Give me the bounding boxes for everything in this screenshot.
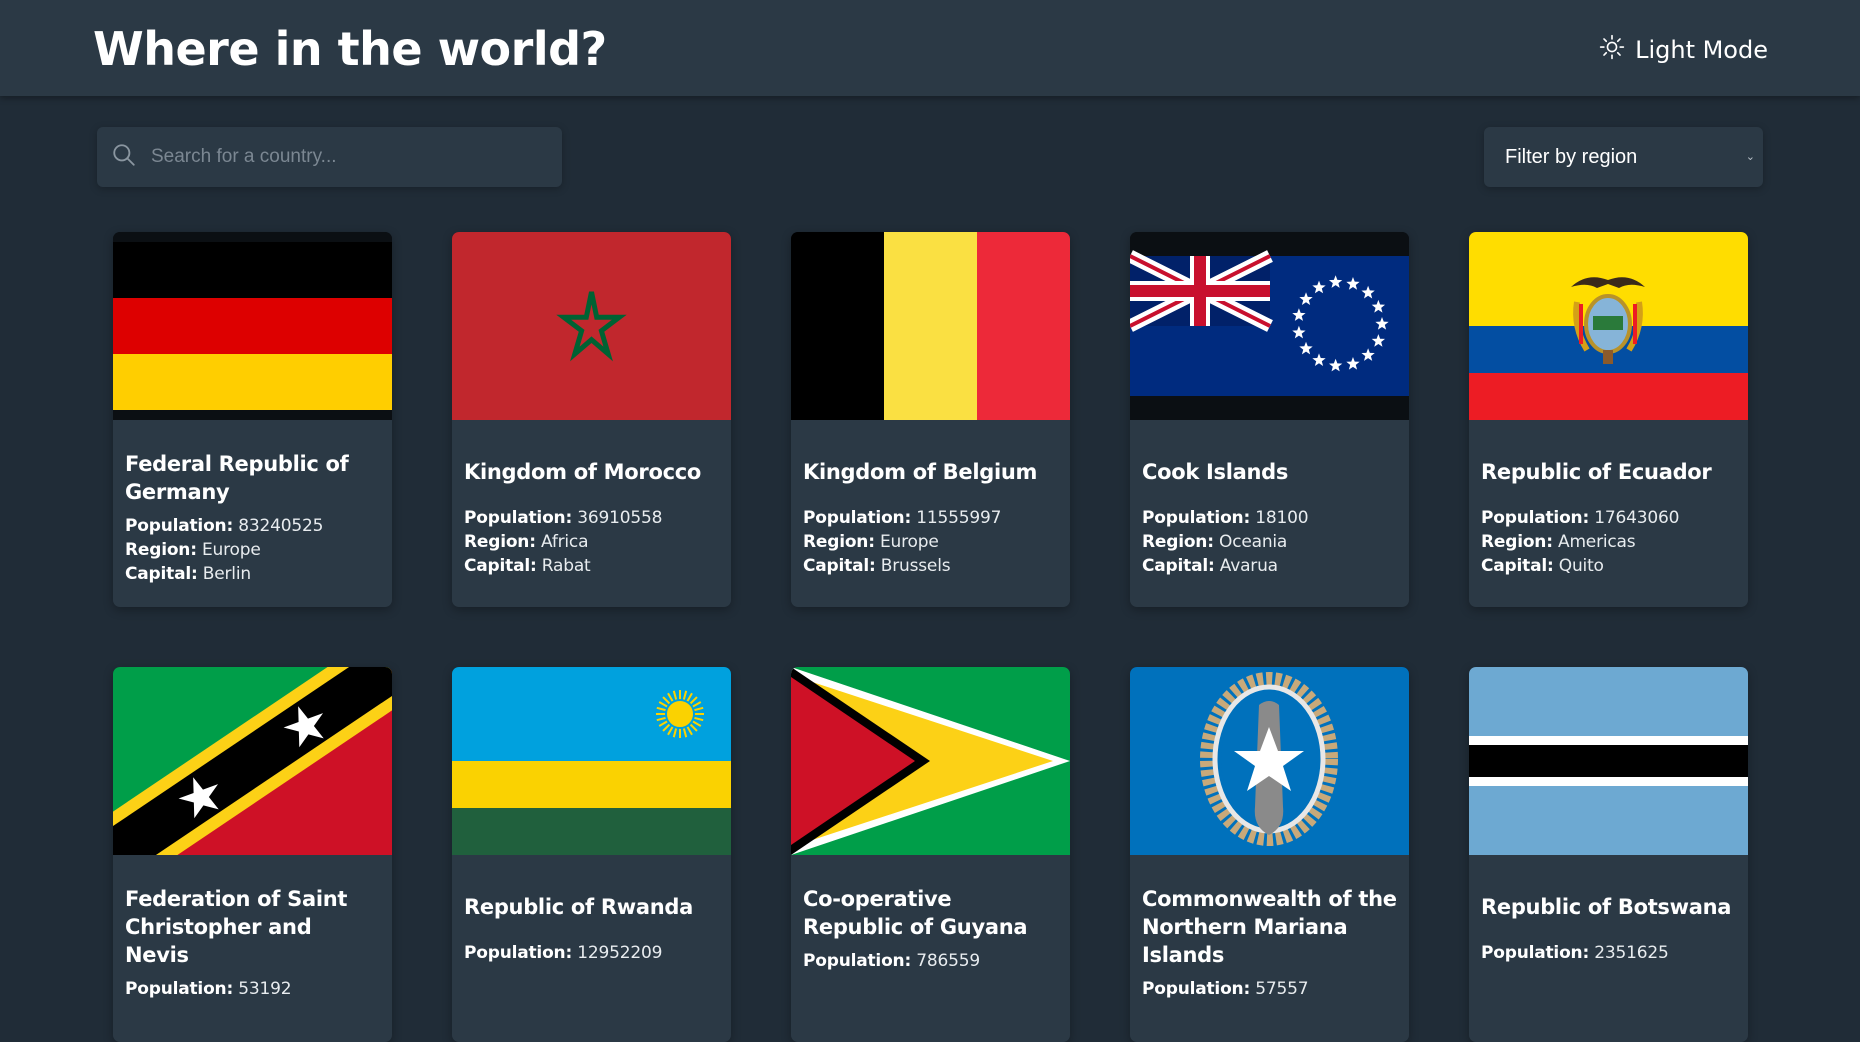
population-stat: Population: 11555997	[803, 508, 1002, 528]
region-stat: Region: Europe	[125, 540, 261, 560]
country-card[interactable]: Kingdom of Belgium Population: 11555997 …	[791, 232, 1070, 607]
country-card[interactable]: Republic of Botswana Population: 2351625	[1469, 667, 1748, 1042]
app-title: Where in the world?	[93, 22, 607, 76]
search-input[interactable]	[151, 137, 551, 177]
population-stat: Population: 786559	[803, 951, 980, 971]
northern-mariana-islands-flag	[1130, 667, 1409, 855]
region-filter-label: Filter by region	[1505, 145, 1638, 168]
capital-stat: Capital: Quito	[1481, 556, 1604, 576]
population-stat: Population: 83240525	[125, 516, 324, 536]
capital-stat: Capital: Rabat	[464, 556, 591, 576]
country-name: Cook Islands	[1142, 460, 1289, 484]
country-name: Republic of Botswana	[1481, 895, 1732, 919]
region-stat: Region: Americas	[1481, 532, 1636, 552]
population-stat: Population: 57557	[1142, 979, 1309, 999]
country-card[interactable]: Republic of Rwanda Population: 12952209	[452, 667, 731, 1042]
country-name: Federal Republic of Germany	[125, 452, 349, 504]
country-card[interactable]: Federal Republic of Germany Population: …	[113, 232, 392, 607]
search-icon	[111, 142, 137, 172]
country-name: Federation of Saint Christopher and Nevi…	[125, 887, 348, 967]
germany-flag	[113, 232, 392, 420]
belgium-flag	[791, 232, 1070, 420]
botswana-flag	[1469, 667, 1748, 855]
guyana-flag	[791, 667, 1070, 855]
country-name: Co-operative Republic of Guyana	[803, 887, 1028, 939]
rwanda-flag	[452, 667, 731, 855]
population-stat: Population: 53192	[125, 979, 292, 999]
cook-islands-flag	[1130, 232, 1409, 420]
morocco-flag	[452, 232, 731, 420]
country-name: Kingdom of Morocco	[464, 460, 702, 484]
population-stat: Population: 2351625	[1481, 943, 1669, 963]
country-card[interactable]: Federation of Saint Christopher and Nevi…	[113, 667, 392, 1042]
country-name: Republic of Rwanda	[464, 895, 693, 919]
region-stat: Region: Africa	[464, 532, 589, 552]
region-stat: Region: Europe	[803, 532, 939, 552]
population-stat: Population: 18100	[1142, 508, 1309, 528]
search-box[interactable]	[97, 127, 562, 187]
theme-toggle-label: Light Mode	[1635, 36, 1768, 64]
capital-stat: Capital: Avarua	[1142, 556, 1278, 576]
population-stat: Population: 17643060	[1481, 508, 1680, 528]
capital-stat: Capital: Brussels	[803, 556, 951, 576]
app-header: Where in the world? Light Mode	[0, 0, 1860, 96]
saint-kitts-and-nevis-flag	[113, 667, 392, 855]
capital-stat: Capital: Berlin	[125, 564, 251, 584]
country-name: Republic of Ecuador	[1481, 460, 1712, 484]
population-stat: Population: 36910558	[464, 508, 663, 528]
country-name: Commonwealth of the Northern Mariana Isl…	[1142, 887, 1397, 967]
population-stat: Population: 12952209	[464, 943, 663, 963]
country-name: Kingdom of Belgium	[803, 460, 1038, 484]
country-card[interactable]: Kingdom of Morocco Population: 36910558 …	[452, 232, 731, 607]
region-filter-select[interactable]: Filter by region ⌄	[1484, 127, 1763, 187]
theme-toggle-button[interactable]: Light Mode	[1599, 34, 1768, 66]
sun-icon	[1599, 34, 1625, 66]
country-card[interactable]: Commonwealth of the Northern Mariana Isl…	[1130, 667, 1409, 1042]
region-stat: Region: Oceania	[1142, 532, 1288, 552]
chevron-down-icon: ⌄	[1745, 151, 1755, 163]
country-card[interactable]: Republic of Ecuador Population: 17643060…	[1469, 232, 1748, 607]
country-card[interactable]: Cook Islands Population: 18100 Region: O…	[1130, 232, 1409, 607]
country-card[interactable]: Co-operative Republic of Guyana Populati…	[791, 667, 1070, 1042]
ecuador-flag	[1469, 232, 1748, 420]
